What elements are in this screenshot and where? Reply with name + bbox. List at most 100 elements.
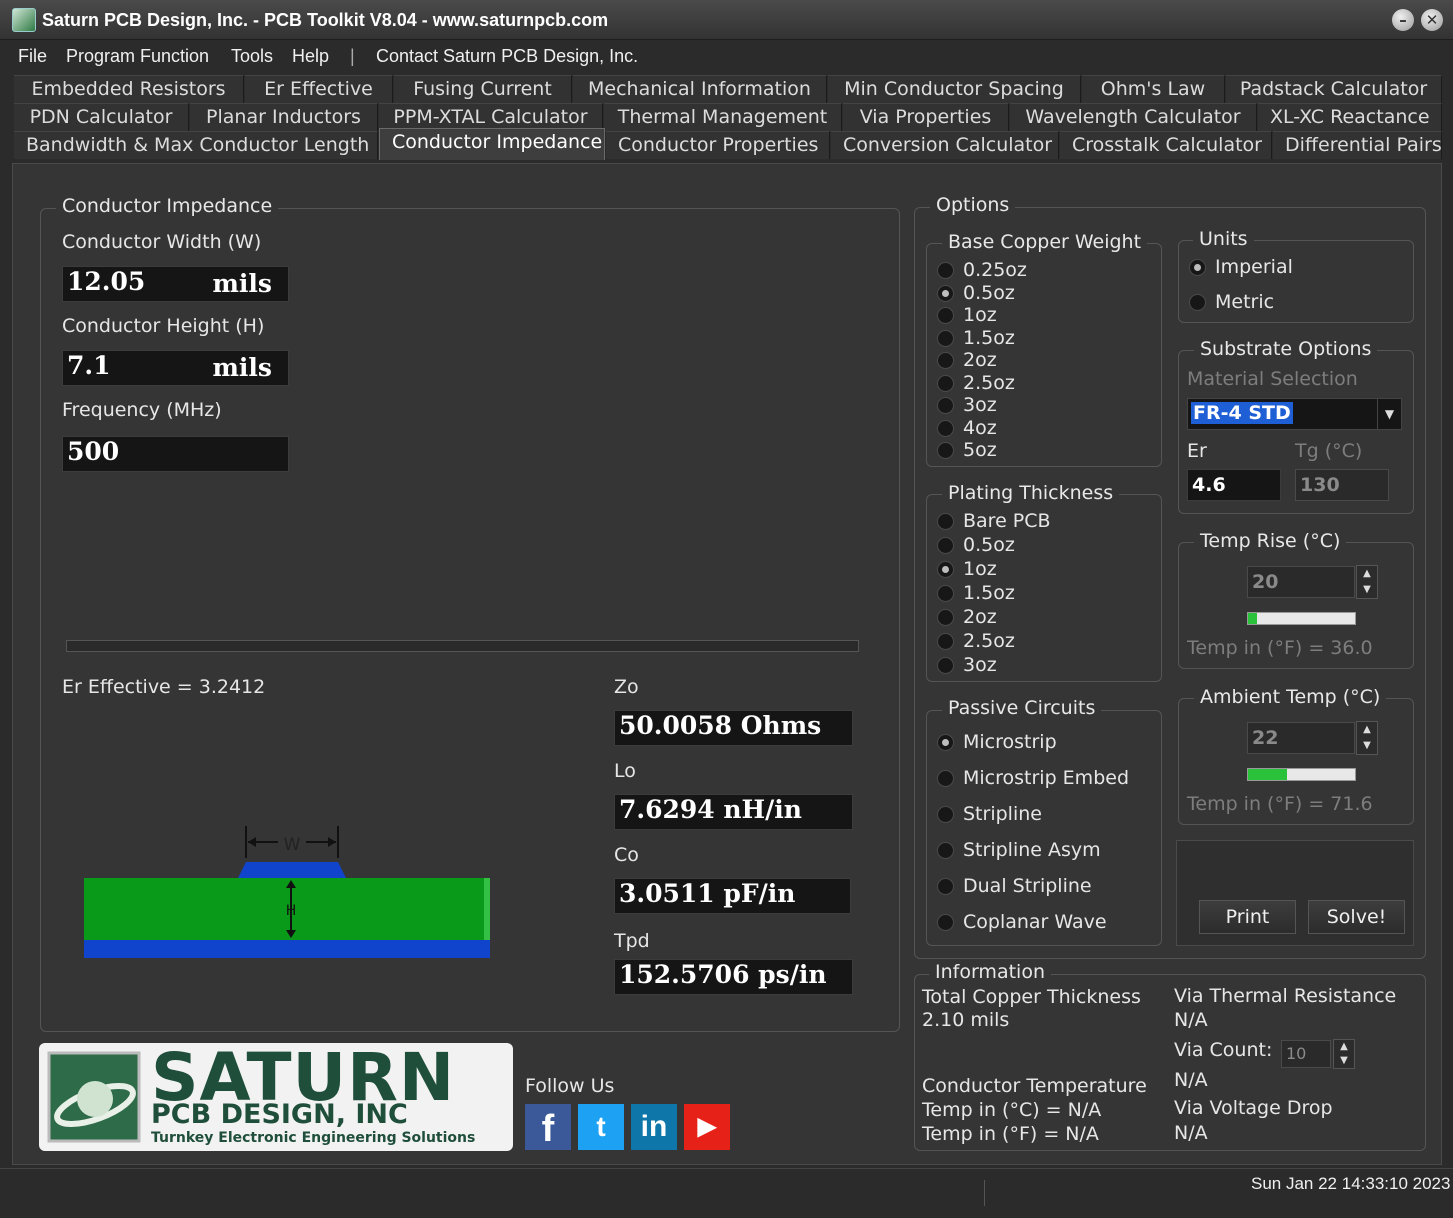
print-button[interactable]: Print	[1199, 900, 1296, 934]
menu-tools[interactable]: Tools	[231, 46, 273, 67]
tab-ppm-xtal-calculator[interactable]: PPM-XTAL Calculator	[379, 103, 603, 131]
radio-button-icon[interactable]	[937, 770, 954, 787]
er-field[interactable]: 4.6	[1187, 469, 1281, 501]
radio-button-icon[interactable]	[937, 307, 954, 324]
tab-bandwidth-max-conductor-length[interactable]: Bandwidth & Max Conductor Length	[14, 131, 378, 159]
tab-conductor-properties[interactable]: Conductor Properties	[606, 131, 830, 159]
down-arrow-icon[interactable]: ▼	[1334, 1054, 1354, 1068]
temp-rise-field[interactable]: 20	[1247, 566, 1355, 598]
menu-program-function[interactable]: Program Function	[66, 46, 209, 67]
base-copper-option[interactable]: 0.25oz	[937, 259, 1147, 281]
units-option[interactable]: Metric	[1189, 291, 1399, 313]
radio-button-icon[interactable]	[937, 284, 954, 302]
up-arrow-icon[interactable]: ▲	[1357, 722, 1377, 738]
base-copper-option[interactable]: 0.5oz	[937, 282, 1147, 304]
tab-er-effective[interactable]: Er Effective	[245, 75, 393, 103]
frequency-field[interactable]: 500	[62, 436, 289, 472]
plating-option[interactable]: 1.5oz	[937, 582, 1147, 604]
radio-button-icon[interactable]	[937, 513, 954, 530]
radio-button-icon[interactable]	[937, 561, 954, 578]
radio-button-icon[interactable]	[937, 842, 954, 859]
tab-wavelength-calculator[interactable]: Wavelength Calculator	[1010, 103, 1257, 131]
via-count-spinner[interactable]: ▲ ▼	[1333, 1039, 1355, 1069]
dropdown-arrow-icon[interactable]: ▼	[1377, 399, 1401, 429]
via-count-field[interactable]: 10	[1281, 1040, 1331, 1068]
radio-button-icon[interactable]	[937, 262, 954, 279]
tab-via-properties[interactable]: Via Properties	[843, 103, 1009, 131]
tab-conversion-calculator[interactable]: Conversion Calculator	[831, 131, 1059, 159]
menu-file[interactable]: File	[18, 46, 47, 67]
radio-button-icon[interactable]	[937, 374, 954, 392]
tab-embedded-resistors[interactable]: Embedded Resistors	[14, 75, 244, 103]
tab-conductor-impedance[interactable]: Conductor Impedance	[379, 128, 605, 160]
ambient-temp-spinner[interactable]: ▲ ▼	[1356, 721, 1378, 755]
radio-button-icon[interactable]	[937, 397, 954, 414]
base-copper-option[interactable]: 2.5oz	[937, 372, 1147, 394]
radio-button-icon[interactable]	[937, 878, 954, 895]
radio-button-icon[interactable]	[1189, 259, 1206, 276]
passive-circuit-option[interactable]: Microstrip Embed	[937, 767, 1152, 789]
base-copper-option[interactable]: 1.5oz	[937, 327, 1147, 349]
plating-option[interactable]: 2oz	[937, 606, 1147, 628]
material-select[interactable]: FR-4 STD ▼	[1187, 398, 1402, 430]
base-copper-option[interactable]: 2oz	[937, 349, 1147, 371]
tab-planar-inductors[interactable]: Planar Inductors	[190, 103, 378, 131]
radio-button-icon[interactable]	[937, 352, 954, 369]
passive-circuit-option[interactable]: Coplanar Wave	[937, 911, 1152, 933]
tab-thermal-management[interactable]: Thermal Management	[604, 103, 842, 131]
temp-rise-spinner[interactable]: ▲ ▼	[1356, 565, 1378, 599]
plating-option[interactable]: 0.5oz	[937, 534, 1147, 556]
base-copper-option[interactable]: 4oz	[937, 417, 1147, 439]
ambient-temp-field[interactable]: 22	[1247, 722, 1355, 754]
tab-fusing-current[interactable]: Fusing Current	[394, 75, 572, 103]
base-copper-option[interactable]: 1oz	[937, 304, 1147, 326]
radio-button-icon[interactable]	[937, 585, 954, 602]
tab-mechanical-information[interactable]: Mechanical Information	[573, 75, 827, 103]
close-button[interactable]: ✕	[1421, 9, 1443, 31]
radio-button-icon[interactable]	[1189, 293, 1206, 311]
radio-button-icon[interactable]	[937, 806, 954, 823]
passive-circuit-option[interactable]: Microstrip	[937, 731, 1152, 753]
passive-circuit-option[interactable]: Stripline	[937, 803, 1152, 825]
radio-button-icon[interactable]	[937, 442, 954, 459]
tab-differential-pairs[interactable]: Differential Pairs	[1273, 131, 1442, 159]
youtube-icon[interactable]: ▶	[684, 1104, 730, 1150]
menu-contact[interactable]: Contact Saturn PCB Design, Inc.	[376, 46, 638, 67]
radio-button-icon[interactable]	[937, 609, 954, 626]
radio-button-icon[interactable]	[937, 914, 954, 931]
down-arrow-icon[interactable]: ▼	[1357, 738, 1377, 754]
radio-button-icon[interactable]	[937, 734, 954, 751]
width-field[interactable]: 12.05 mils	[62, 266, 289, 302]
twitter-icon[interactable]: t	[578, 1104, 624, 1150]
saturn-logo[interactable]: SATURN PCB DESIGN, INC Turnkey Electroni…	[39, 1039, 513, 1151]
base-copper-option[interactable]: 5oz	[937, 439, 1147, 461]
radio-button-icon[interactable]	[937, 633, 954, 650]
plating-option[interactable]: Bare PCB	[937, 510, 1147, 532]
plating-option[interactable]: 1oz	[937, 558, 1147, 580]
radio-button-icon[interactable]	[937, 329, 954, 347]
radio-button-icon[interactable]	[937, 537, 954, 554]
tab-crosstalk-calculator[interactable]: Crosstalk Calculator	[1060, 131, 1272, 159]
solve-button[interactable]: Solve!	[1308, 900, 1405, 934]
up-arrow-icon[interactable]: ▲	[1334, 1040, 1354, 1054]
plating-option[interactable]: 3oz	[937, 654, 1147, 676]
down-arrow-icon[interactable]: ▼	[1357, 582, 1377, 598]
base-copper-option[interactable]: 3oz	[937, 394, 1147, 416]
tab-padstack-calculator[interactable]: Padstack Calculator	[1226, 75, 1442, 103]
up-arrow-icon[interactable]: ▲	[1357, 566, 1377, 582]
units-option[interactable]: Imperial	[1189, 256, 1399, 278]
tab-xl-xc-reactance[interactable]: XL-XC Reactance	[1258, 103, 1442, 131]
passive-circuit-option[interactable]: Stripline Asym	[937, 839, 1152, 861]
passive-circuit-option[interactable]: Dual Stripline	[937, 875, 1152, 897]
height-field[interactable]: 7.1 mils	[62, 350, 289, 386]
tab-min-conductor-spacing[interactable]: Min Conductor Spacing	[828, 75, 1081, 103]
menu-help[interactable]: Help	[292, 46, 329, 67]
tab-pdn-calculator[interactable]: PDN Calculator	[14, 103, 189, 131]
minimize-button[interactable]: –	[1392, 9, 1414, 31]
linkedin-icon[interactable]: in	[631, 1104, 677, 1150]
tab-ohms-law[interactable]: Ohm's Law	[1082, 75, 1225, 103]
radio-button-icon[interactable]	[937, 419, 954, 437]
plating-option[interactable]: 2.5oz	[937, 630, 1147, 652]
radio-button-icon[interactable]	[937, 657, 954, 674]
facebook-icon[interactable]: f	[525, 1104, 571, 1150]
